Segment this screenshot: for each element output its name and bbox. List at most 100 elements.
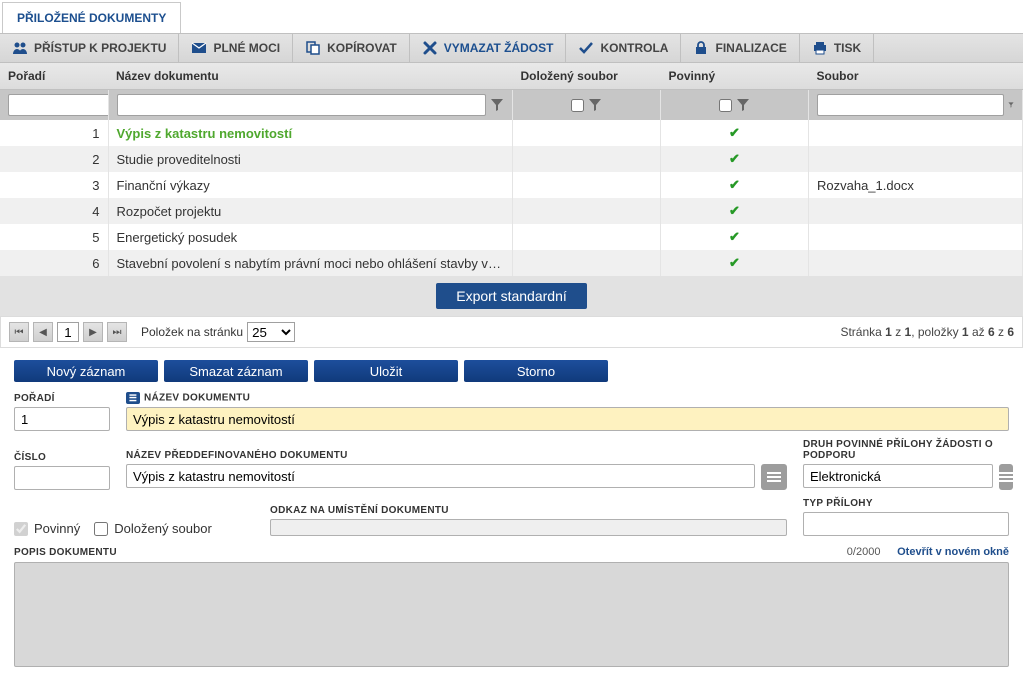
input-attachment-type[interactable] <box>803 512 1009 536</box>
toolbar-finalize[interactable]: FINALIZACE <box>681 34 799 62</box>
cell-uploaded <box>513 198 661 224</box>
col-uploaded[interactable]: Doložený soubor <box>513 63 661 90</box>
pager-items-label: Položek na stránku <box>141 325 243 339</box>
cell-order: 6 <box>0 250 108 276</box>
table-row[interactable]: 2Studie proveditelnosti✔ <box>0 146 1023 172</box>
lock-icon <box>693 40 709 56</box>
toolbar-poa[interactable]: PLNÉ MOCI <box>179 34 293 62</box>
lookup-predefined-button[interactable] <box>761 464 787 490</box>
list-icon <box>999 476 1013 478</box>
pager-first[interactable]: ⏮ <box>9 322 29 342</box>
checkmark-icon: ✔ <box>669 229 800 245</box>
checkbox-mandatory-input <box>14 522 28 536</box>
copy-icon <box>305 40 321 56</box>
cell-file <box>809 250 1023 276</box>
cell-file: Rozvaha_1.docx <box>809 172 1023 198</box>
cell-order: 5 <box>0 224 108 250</box>
input-link[interactable] <box>270 519 787 536</box>
pager-prev[interactable]: ◀ <box>33 322 53 342</box>
print-icon <box>812 40 828 56</box>
pager-page-input[interactable] <box>57 322 79 342</box>
mail-icon <box>191 40 207 56</box>
filter-uploaded[interactable] <box>571 99 584 112</box>
export-button[interactable]: Export standardní <box>436 283 587 309</box>
lookup-kind-button[interactable] <box>999 464 1013 490</box>
label-description: POPIS DOKUMENTU <box>14 547 117 558</box>
col-mandatory[interactable]: Povinný <box>661 63 809 90</box>
delete-record-button[interactable]: Smazat záznam <box>164 360 308 382</box>
cell-order: 4 <box>0 198 108 224</box>
cell-uploaded <box>513 250 661 276</box>
table-row[interactable]: 3Finanční výkazy ✔ Rozvaha_1.docx <box>0 172 1023 198</box>
input-name[interactable] <box>126 407 1009 431</box>
cell-name[interactable]: Finanční výkazy <box>108 172 513 198</box>
toolbar-access[interactable]: PŘÍSTUP K PROJEKTU <box>0 34 179 62</box>
cell-mandatory: ✔ <box>661 120 809 146</box>
cell-order: 3 <box>0 172 108 198</box>
open-new-window-link[interactable]: Otevřít v novém okně <box>897 546 1009 558</box>
filter-icon[interactable] <box>1008 98 1014 112</box>
filter-order[interactable] <box>8 94 108 116</box>
delete-icon <box>422 40 438 56</box>
filter-mandatory[interactable] <box>719 99 732 112</box>
table-row[interactable]: 5Energetický posudek ✔ <box>0 224 1023 250</box>
input-description[interactable] <box>14 562 1009 667</box>
cell-uploaded <box>513 224 661 250</box>
cell-name[interactable]: Stavební povolení s nabytím právní moci … <box>108 250 513 276</box>
cell-mandatory: ✔ <box>661 146 809 172</box>
col-order[interactable]: Pořadí <box>0 63 108 90</box>
filter-name[interactable] <box>117 94 487 116</box>
checkbox-mandatory[interactable]: Povinný <box>14 521 80 536</box>
cell-uploaded <box>513 120 661 146</box>
pager-next[interactable]: ▶ <box>83 322 103 342</box>
documents-grid: Pořadí Název dokumentu Doložený soubor P… <box>0 63 1023 276</box>
cell-uploaded <box>513 146 661 172</box>
new-record-button[interactable]: Nový záznam <box>14 360 158 382</box>
checkmark-icon: ✔ <box>669 125 800 141</box>
pager-last[interactable]: ⏭ <box>107 322 127 342</box>
required-badge-icon: ☰ <box>126 392 140 404</box>
checkbox-uploaded[interactable]: Doložený soubor <box>94 521 212 536</box>
cell-file <box>809 224 1023 250</box>
cell-name[interactable]: Rozpočet projektu <box>108 198 513 224</box>
label-order: POŘADÍ <box>14 393 110 404</box>
filter-file[interactable] <box>817 94 1004 116</box>
list-icon <box>767 476 781 478</box>
checkmark-icon: ✔ <box>669 177 800 193</box>
checkmark-icon: ✔ <box>669 151 800 167</box>
input-number[interactable] <box>14 466 110 490</box>
col-name[interactable]: Název dokumentu <box>108 63 513 90</box>
col-file[interactable]: Soubor <box>809 63 1023 90</box>
cancel-button[interactable]: Storno <box>464 360 608 382</box>
pager-summary: Stránka 1 z 1, položky 1 až 6 z 6 <box>840 325 1014 339</box>
label-kind: DRUH POVINNÉ PŘÍLOHY ŽÁDOSTI O PODPORU <box>803 439 1009 461</box>
filter-icon[interactable] <box>588 98 602 112</box>
save-button[interactable]: Uložit <box>314 360 458 382</box>
input-predefined[interactable] <box>126 464 755 488</box>
toolbar-check[interactable]: KONTROLA <box>566 34 681 62</box>
input-kind[interactable] <box>803 464 993 488</box>
filter-icon[interactable] <box>490 98 504 112</box>
label-predefined: NÁZEV PŘEDDEFINOVANÉHO DOKUMENTU <box>126 450 787 461</box>
pager: ⏮ ◀ ▶ ⏭ Položek na stránku 25 Stránka 1 … <box>0 316 1023 348</box>
input-order[interactable] <box>14 407 110 431</box>
check-icon <box>578 40 594 56</box>
cell-name[interactable]: Výpis z katastru nemovitostí <box>108 120 513 146</box>
table-row[interactable]: 6Stavební povolení s nabytím právní moci… <box>0 250 1023 276</box>
table-row[interactable]: 4Rozpočet projektu✔ <box>0 198 1023 224</box>
checkbox-uploaded-input[interactable] <box>94 522 108 536</box>
table-row[interactable]: 1Výpis z katastru nemovitostí✔ <box>0 120 1023 146</box>
toolbar: PŘÍSTUP K PROJEKTU PLNÉ MOCI KOPÍROVAT V… <box>0 33 1023 63</box>
toolbar-delete[interactable]: VYMAZAT ŽÁDOST <box>410 34 567 62</box>
pager-size-select[interactable]: 25 <box>247 322 295 342</box>
export-row: Export standardní <box>0 276 1023 316</box>
cell-name[interactable]: Studie proveditelnosti <box>108 146 513 172</box>
toolbar-print[interactable]: TISK <box>800 34 874 62</box>
filter-icon[interactable] <box>736 98 750 112</box>
tab-attached-documents[interactable]: PŘILOŽENÉ DOKUMENTY <box>2 2 181 33</box>
cell-mandatory: ✔ <box>661 224 809 250</box>
cell-name[interactable]: Energetický posudek <box>108 224 513 250</box>
description-counter: 0/2000 <box>847 546 881 558</box>
people-icon <box>12 40 28 56</box>
toolbar-copy[interactable]: KOPÍROVAT <box>293 34 410 62</box>
